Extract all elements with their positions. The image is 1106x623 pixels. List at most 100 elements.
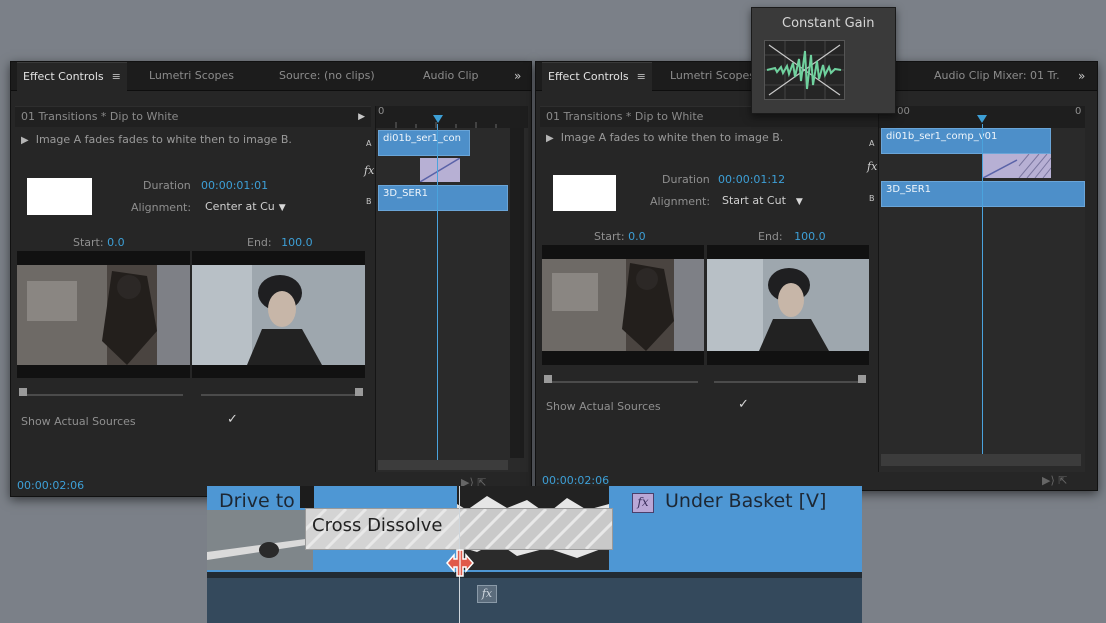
tab-bar: Effect Controls ≡ Lumetri Scopes Source: … <box>11 62 531 91</box>
timeline-horizontal-scrollbar[interactable] <box>378 460 508 470</box>
description-text: Image A fades fades to white then to ima… <box>35 133 292 146</box>
clip-b[interactable]: 3D_SER1 <box>378 185 508 211</box>
dark-cut-edge <box>300 486 314 508</box>
playhead-line <box>982 124 983 456</box>
tab-lumetri-scopes[interactable]: Lumetri Scopes <box>670 62 755 90</box>
double-chevron-icon[interactable]: » <box>514 62 521 90</box>
end-slider-track[interactable] <box>201 394 363 396</box>
clip-label-under-basket[interactable]: Under Basket [V] <box>665 490 826 512</box>
tab-audio-clip-mixer[interactable]: Audio Clip Mixer: 01 Tr. <box>934 62 1060 90</box>
duration-value[interactable]: 00:00:01:12 <box>718 173 785 186</box>
constant-gain-popup[interactable]: Constant Gain <box>751 7 896 114</box>
effect-controls-panel-right: Effect Controls ≡ Lumetri Scopes Audio Cl… <box>535 61 1098 491</box>
heading-text: 01 Transitions * Dip to White <box>546 110 704 123</box>
clip-a[interactable]: di01b_ser1_comp_v01 <box>881 128 1051 154</box>
alignment-dropdown[interactable]: Center at Cu ▼ <box>205 200 286 213</box>
track-b-label: B <box>366 197 372 206</box>
transition-ramp <box>420 158 460 182</box>
triangle-right-icon[interactable]: ▶ <box>21 135 29 146</box>
tab-effect-controls[interactable]: Effect Controls ≡ <box>17 62 127 91</box>
transition-block[interactable] <box>983 154 1051 178</box>
playhead-marker[interactable] <box>977 115 987 123</box>
clip-label-drive-to[interactable]: Drive to <box>219 490 295 512</box>
track-a-label: A <box>869 139 875 148</box>
preview-b-graphic <box>192 251 365 378</box>
dropdown-arrow-icon: ▼ <box>795 197 803 207</box>
transition-block[interactable] <box>420 158 460 182</box>
start-label: Start: 0.0 <box>73 236 125 249</box>
fx-icon: fx <box>867 160 878 173</box>
triangle-right-icon[interactable]: ▶ <box>546 133 554 144</box>
preview-image-b <box>192 251 365 378</box>
duration-value[interactable]: 00:00:01:01 <box>201 179 268 192</box>
start-slider-handle[interactable] <box>19 388 27 396</box>
ruler-ticks <box>395 122 497 128</box>
timeline-zoom-inset: Drive to Cross Dissolve fx Under Basket … <box>207 486 862 623</box>
cross-dissolve-label: Cross Dissolve <box>312 515 443 536</box>
effect-timeline[interactable]: 0 A di01b_ser1_con fx B 3D_SER1 <box>364 106 528 472</box>
start-slider-track[interactable] <box>546 381 698 383</box>
end-slider-track[interactable] <box>714 381 866 383</box>
start-slider-track[interactable] <box>21 394 183 396</box>
hamburger-icon[interactable]: ≡ <box>637 70 646 83</box>
fx-small-badge-icon: fx <box>477 585 497 603</box>
transition-description: ▶ Image A fades to white then to image B. <box>546 131 783 144</box>
preview-a-graphic <box>542 245 704 365</box>
fx-icon: fx <box>364 164 375 177</box>
effect-controls-panel-left: Effect Controls ≡ Lumetri Scopes Source: … <box>10 61 532 497</box>
timeline-horizontal-scrollbar[interactable] <box>881 454 1081 466</box>
track-a-label: A <box>366 139 372 148</box>
start-slider-handle[interactable] <box>544 375 552 383</box>
description-text: Image A fades to white then to image B. <box>560 131 784 144</box>
playhead-line <box>437 124 438 460</box>
start-label-text: Start: <box>73 236 104 249</box>
end-slider-handle[interactable] <box>858 375 866 383</box>
tab-source[interactable]: Source: (no clips) <box>279 62 375 90</box>
transition-heading: 01 Transitions * Dip to White ▶ <box>15 106 371 127</box>
end-value[interactable]: 100.0 <box>281 236 313 249</box>
alignment-dropdown[interactable]: Start at Cut ▼ <box>722 194 803 207</box>
end-label: End: 100.0 <box>247 236 313 249</box>
show-actual-sources-checkbox[interactable]: ✓ <box>227 412 238 427</box>
heading-text: 01 Transitions * Dip to White <box>21 110 179 123</box>
trim-cursor-icon[interactable] <box>445 546 475 580</box>
timeline-ruler[interactable]: 0 <box>376 106 528 128</box>
track-b-label: B <box>869 194 875 203</box>
start-label-text: Start: <box>594 230 625 243</box>
transition-preview-swatch <box>27 178 92 215</box>
duration-label: Duration <box>662 173 710 186</box>
start-value[interactable]: 0.0 <box>107 236 125 249</box>
clip-a[interactable]: di01b_ser1_con <box>378 130 470 156</box>
end-label-text: End: <box>758 230 783 243</box>
end-slider-handle[interactable] <box>355 388 363 396</box>
track-divider <box>207 572 862 578</box>
duration-label: Duration <box>143 179 191 192</box>
clip-b[interactable]: 3D_SER1 <box>881 181 1085 207</box>
preview-b-graphic <box>707 245 869 365</box>
timeline-footer-icons[interactable]: ▶⟩ ⇱ <box>1042 474 1067 487</box>
clip-thumbnail-left <box>207 510 313 570</box>
show-actual-sources-checkbox[interactable]: ✓ <box>738 397 749 412</box>
playhead-marker[interactable] <box>433 115 443 123</box>
current-timecode[interactable]: 00:00:02:06 <box>17 479 84 492</box>
tab-lumetri-scopes[interactable]: Lumetri Scopes <box>149 62 234 90</box>
preview-a-graphic <box>17 251 190 378</box>
effect-timeline[interactable]: 00:00 0 A di01b_ser1_comp_v01 fx B 3D_SE… <box>867 106 1085 472</box>
thumbnail-graphic <box>207 510 313 570</box>
preview-image-b <box>707 245 869 365</box>
preview-image-a <box>17 251 190 378</box>
timeline-vertical-scrollbar[interactable] <box>510 128 524 458</box>
show-actual-sources-label: Show Actual Sources <box>546 400 661 413</box>
hamburger-icon[interactable]: ≡ <box>112 70 121 83</box>
start-value[interactable]: 0.0 <box>628 230 646 243</box>
dropdown-arrow-icon: ▼ <box>278 203 286 213</box>
tab-effect-controls[interactable]: Effect Controls ≡ <box>542 62 652 91</box>
double-chevron-icon[interactable]: » <box>1078 62 1085 90</box>
fx-badge-icon: fx <box>632 493 654 513</box>
tab-label: Effect Controls <box>548 70 629 83</box>
end-label-text: End: <box>247 236 272 249</box>
end-value[interactable]: 100.0 <box>794 230 826 243</box>
tab-audio-clip[interactable]: Audio Clip <box>423 62 479 90</box>
ruler-tick-label-right: 0 <box>1075 106 1082 117</box>
triangle-right-icon[interactable]: ▶ <box>358 107 365 127</box>
